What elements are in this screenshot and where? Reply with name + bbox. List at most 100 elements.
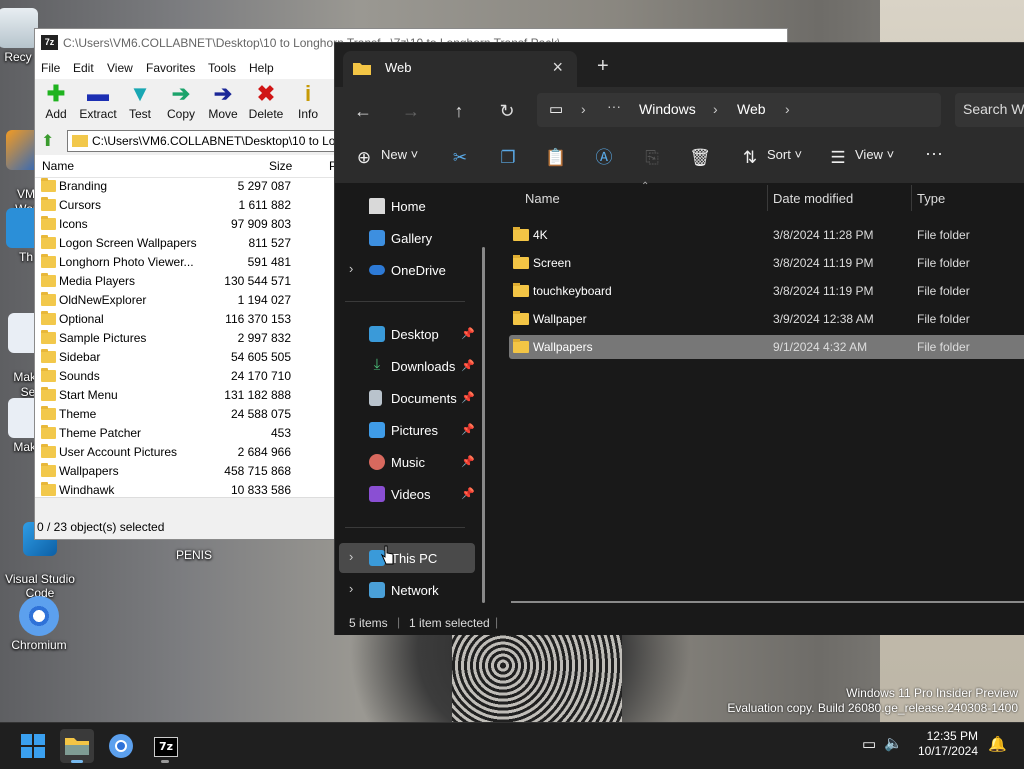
add-button[interactable]: ✚ Add [35, 81, 77, 121]
more-options-icon[interactable]: ··· [925, 143, 943, 164]
table-row[interactable]: Theme 24 588 075 [35, 405, 335, 424]
7zip-horizontal-scrollbar[interactable] [35, 497, 335, 514]
chevron-right-icon[interactable]: › [349, 549, 353, 564]
breadcrumb-windows[interactable]: Windows [639, 101, 696, 117]
nav-gallery[interactable]: Gallery [339, 223, 475, 253]
share-icon[interactable]: ⎘ [641, 147, 663, 169]
move-button[interactable]: ➔ Move [202, 81, 244, 121]
list-item[interactable]: touchkeyboard 3/8/2024 11:19 PM File folde… [509, 279, 1024, 303]
chevron-right-icon[interactable]: › [785, 101, 790, 117]
pin-icon[interactable]: 📌 [461, 359, 475, 372]
column-divider[interactable] [911, 185, 912, 211]
volume-icon[interactable]: 🔈 [884, 734, 903, 752]
column-date-modified[interactable]: Date modified [773, 191, 853, 206]
copy-icon[interactable]: ❐ [497, 147, 519, 169]
start-button[interactable] [16, 729, 50, 763]
copy-button[interactable]: ➔ Copy [160, 81, 202, 121]
delete-button[interactable]: ✖ Delete [245, 81, 287, 121]
view-button[interactable]: View ˅ [855, 147, 894, 162]
file-list[interactable]: Name ⌃ Date modified Type 4K 3/8/2024 11:… [495, 181, 1024, 611]
table-row[interactable]: Wallpapers 458 715 868 [35, 462, 335, 481]
7zip-file-list[interactable]: Name Size P Branding 5 297 087 Cursors 1 61… [35, 155, 335, 497]
trash-icon[interactable]: 🗑 [689, 147, 711, 169]
menu-favorites[interactable]: Favorites [146, 61, 195, 75]
chevron-right-icon[interactable]: › [349, 581, 353, 596]
desktop-icon-chromium[interactable]: Chromium [3, 596, 75, 652]
more-icon[interactable]: ··· [607, 98, 621, 114]
table-row[interactable]: OldNewExplorer 1 194 027 [35, 291, 335, 310]
menu-help[interactable]: Help [249, 61, 274, 75]
rename-icon[interactable]: Ⓐ [593, 147, 615, 169]
sort-button[interactable]: Sort ˅ [767, 147, 802, 162]
list-item[interactable]: Wallpapers 9/1/2024 4:32 AM File folder [509, 335, 1024, 359]
file-explorer-window[interactable]: Web × + ← → ↑ ↻ ▭ › ··· Windows › Web › … [334, 42, 1024, 635]
menu-file[interactable]: File [41, 61, 60, 75]
taskbar-7zip[interactable]: 7z [148, 729, 182, 763]
table-row[interactable]: Media Players 130 544 571 [35, 272, 335, 291]
nav-videos[interactable]: Videos 📌 [339, 479, 475, 509]
table-row[interactable]: Start Menu 131 182 888 [35, 386, 335, 405]
table-row[interactable]: Longhorn Photo Viewer... 591 481 [35, 253, 335, 272]
new-tab-icon[interactable]: + [597, 55, 609, 78]
nav-this-pc[interactable]: › This PC [339, 543, 475, 573]
pin-icon[interactable]: 📌 [461, 423, 475, 436]
file-list-scrollbar[interactable] [511, 601, 1024, 603]
search-input[interactable]: Search We [955, 93, 1024, 127]
pin-icon[interactable]: 📌 [461, 391, 475, 404]
up-folder-icon[interactable]: ⬆ [41, 131, 54, 151]
nav-music[interactable]: Music 📌 [339, 447, 475, 477]
table-row[interactable]: Branding 5 297 087 [35, 177, 335, 196]
table-row[interactable]: Logon Screen Wallpapers 811 527 [35, 234, 335, 253]
column-name[interactable]: Name [525, 191, 560, 206]
menu-edit[interactable]: Edit [73, 61, 94, 75]
tab-web[interactable]: Web × [343, 51, 577, 87]
extract-button[interactable]: ▬ Extract [75, 81, 121, 121]
table-row[interactable]: Icons 97 909 803 [35, 215, 335, 234]
table-row[interactable]: Cursors 1 611 882 [35, 196, 335, 215]
nav-network[interactable]: › Network [339, 575, 475, 605]
table-row[interactable]: Theme Patcher 453 [35, 424, 335, 443]
table-row[interactable]: Sidebar 54 605 505 [35, 348, 335, 367]
breadcrumb-web[interactable]: Web [737, 101, 766, 117]
nav-documents[interactable]: Documents 📌 [339, 383, 475, 413]
nav-home[interactable]: Home [339, 191, 475, 221]
new-button[interactable]: New ˅ [381, 147, 418, 162]
clock[interactable]: 12:35 PM 10/17/2024 [914, 729, 978, 759]
network-icon[interactable]: ▭ [862, 735, 876, 753]
test-button[interactable]: ▼ Test [119, 81, 161, 121]
close-tab-icon[interactable]: × [552, 57, 563, 78]
column-type[interactable]: Type [917, 191, 945, 206]
up-arrow-icon[interactable]: ↑ [445, 97, 473, 125]
table-row[interactable]: Optional 116 370 153 [35, 310, 335, 329]
breadcrumb[interactable]: ▭ › ··· Windows › Web › [537, 93, 941, 127]
pin-icon[interactable]: 📌 [461, 487, 475, 500]
list-item[interactable]: Screen 3/8/2024 11:19 PM File folder [509, 251, 1024, 275]
cut-icon[interactable]: ✂ [449, 147, 471, 169]
list-item[interactable]: Wallpaper 3/9/2024 12:38 AM File folder [509, 307, 1024, 331]
nav-desktop[interactable]: Desktop 📌 [339, 319, 475, 349]
back-arrow-icon[interactable]: ← [349, 97, 377, 125]
nav-downloads[interactable]: ⤓ Downloads 📌 [339, 351, 475, 381]
forward-arrow-icon[interactable]: → [397, 97, 425, 125]
refresh-icon[interactable]: ↻ [493, 97, 521, 125]
column-size[interactable]: Size [269, 159, 292, 173]
taskbar-file-explorer[interactable] [60, 729, 94, 763]
table-row[interactable]: Sounds 24 170 710 [35, 367, 335, 386]
menu-view[interactable]: View [107, 61, 133, 75]
taskbar-chromium[interactable] [104, 729, 138, 763]
column-name[interactable]: Name [42, 159, 74, 173]
pin-icon[interactable]: 📌 [461, 327, 475, 340]
chevron-right-icon[interactable]: › [349, 261, 353, 276]
nav-onedrive[interactable]: › OneDrive [339, 255, 475, 285]
nav-scrollbar[interactable] [482, 247, 485, 603]
nav-pictures[interactable]: Pictures 📌 [339, 415, 475, 445]
menu-tools[interactable]: Tools [208, 61, 236, 75]
info-button[interactable]: i Info [287, 81, 329, 121]
list-item[interactable]: 4K 3/8/2024 11:28 PM File folder [509, 223, 1024, 247]
pin-icon[interactable]: 📌 [461, 455, 475, 468]
table-row[interactable]: Sample Pictures 2 997 832 [35, 329, 335, 348]
table-row[interactable]: Windhawk 10 833 586 [35, 481, 335, 497]
table-row[interactable]: User Account Pictures 2 684 966 [35, 443, 335, 462]
paste-icon[interactable]: 📋 [545, 147, 567, 169]
column-divider[interactable] [767, 185, 768, 211]
